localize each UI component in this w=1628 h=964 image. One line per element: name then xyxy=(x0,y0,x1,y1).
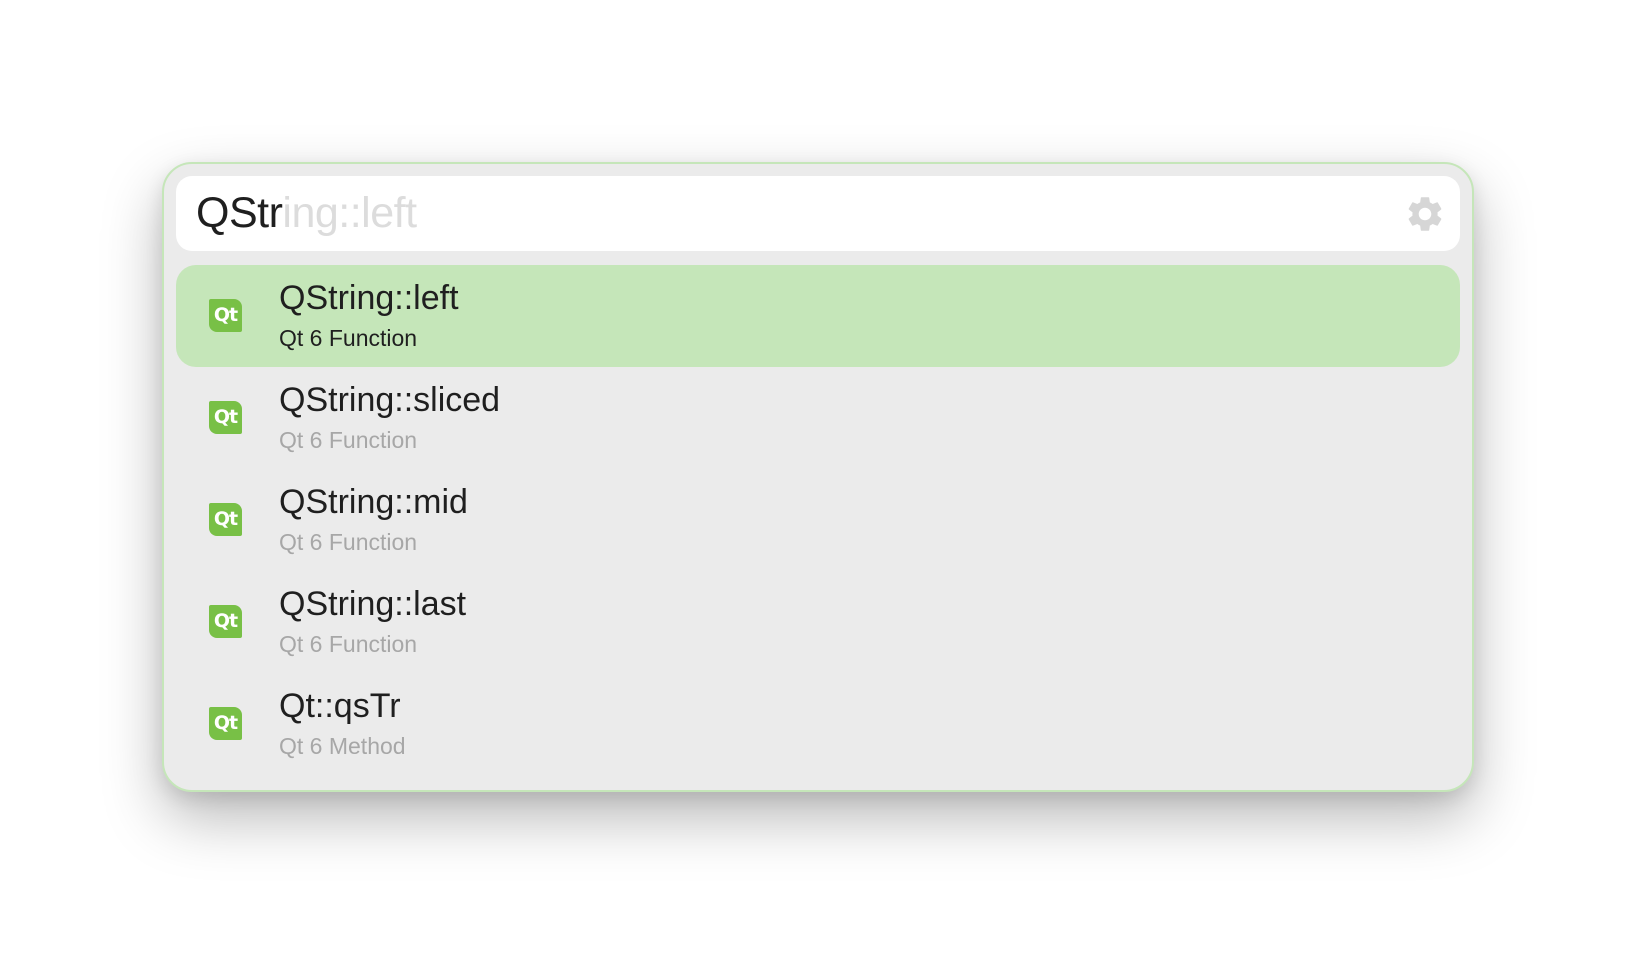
search-input[interactable]: QString::left xyxy=(196,176,417,251)
result-subtitle: Qt 6 Function xyxy=(279,631,418,657)
qt-logo-icon: Qt xyxy=(209,503,242,536)
search-autocomplete-text: ing::left xyxy=(282,189,417,237)
result-title: Qt::qsTr xyxy=(279,687,401,725)
result-item[interactable]: Qt QString::left Qt 6 Function xyxy=(176,265,1460,367)
result-title: QString::sliced xyxy=(279,381,501,419)
result-subtitle: Qt 6 Method xyxy=(279,733,406,759)
gear-icon[interactable] xyxy=(1404,193,1446,235)
launcher-window: QString::left Qt QString::left Qt 6 Func… xyxy=(162,162,1474,792)
qt-logo-icon: Qt xyxy=(209,707,242,740)
result-subtitle: Qt 6 Function xyxy=(279,529,418,555)
search-bar[interactable]: QString::left xyxy=(176,176,1460,251)
result-item[interactable]: Qt QString::mid Qt 6 Function xyxy=(176,469,1460,571)
results-list: Qt QString::left Qt 6 Function Qt QStrin… xyxy=(176,265,1460,775)
search-typed-text: QStr xyxy=(196,189,283,237)
result-item[interactable]: Qt QString::last Qt 6 Function xyxy=(176,571,1460,673)
result-item[interactable]: Qt QString::sliced Qt 6 Function xyxy=(176,367,1460,469)
qt-logo-icon: Qt xyxy=(209,605,242,638)
qt-logo-icon: Qt xyxy=(209,401,242,434)
qt-logo-icon: Qt xyxy=(209,299,242,332)
result-item[interactable]: Qt Qt::qsTr Qt 6 Method xyxy=(176,673,1460,775)
result-title: QString::left xyxy=(279,279,459,317)
result-subtitle: Qt 6 Function xyxy=(279,325,418,351)
result-title: QString::last xyxy=(279,585,467,623)
result-title: QString::mid xyxy=(279,483,468,521)
result-subtitle: Qt 6 Function xyxy=(279,427,418,453)
